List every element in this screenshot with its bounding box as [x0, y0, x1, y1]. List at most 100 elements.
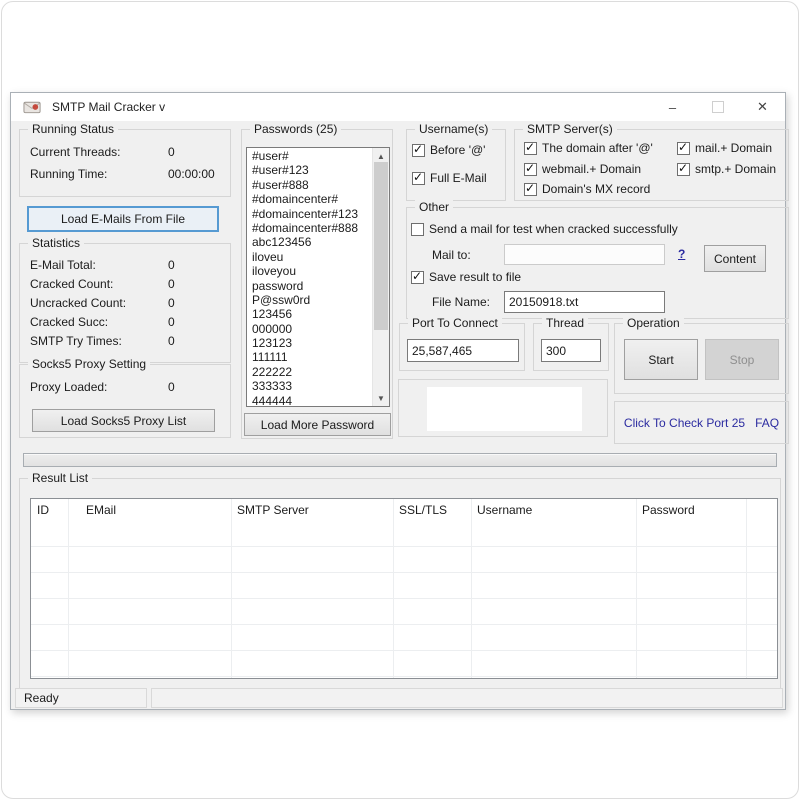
password-item[interactable]: 123123 [247, 336, 372, 350]
password-item[interactable]: iloveu [247, 250, 372, 264]
content-button[interactable]: Content [704, 245, 766, 272]
column-header-password[interactable]: Password [636, 499, 746, 521]
column-divider [393, 499, 394, 678]
checkbox-domain-after-at[interactable]: The domain after '@' [524, 141, 653, 155]
checkbox-icon [412, 172, 425, 185]
smtp-servers-group: SMTP Server(s) The domain after '@' webm… [514, 129, 789, 201]
passwords-group: Passwords (25) #user# #user#123 #user#88… [241, 129, 393, 439]
stat-row: Cracked Count:0 [30, 276, 224, 292]
password-item[interactable]: abc123456 [247, 235, 372, 249]
socks5-group: Socks5 Proxy Setting Proxy Loaded: 0 Loa… [19, 364, 231, 438]
faq-link[interactable]: FAQ [755, 416, 779, 430]
statistics-group: Statistics E-Mail Total:0 Cracked Count:… [19, 243, 231, 363]
progress-bar [23, 453, 777, 467]
checkbox-full-email[interactable]: Full E-Mail [412, 171, 487, 185]
group-title: Statistics [28, 236, 84, 250]
status-bar: Ready [15, 688, 783, 708]
running-time-row: Running Time: 00:00:00 [30, 166, 224, 182]
column-header-smtp-server[interactable]: SMTP Server [231, 499, 393, 521]
checkbox-smtp-domain[interactable]: smtp.+ Domain [677, 162, 776, 176]
checkbox-label: The domain after '@' [542, 141, 653, 155]
checkbox-label: Save result to file [429, 270, 521, 284]
password-item[interactable]: #domaincenter#888 [247, 221, 372, 235]
title-bar[interactable]: SMTP Mail Cracker v – ✕ [11, 93, 785, 121]
mail-to-label: Mail to: [432, 248, 471, 262]
checkbox-mail-domain[interactable]: mail.+ Domain [677, 141, 772, 155]
checkbox-mx-record[interactable]: Domain's MX record [524, 182, 650, 196]
file-name-input[interactable] [504, 291, 665, 313]
image-box-group [398, 379, 608, 437]
load-emails-button[interactable]: Load E-Mails From File [27, 206, 219, 232]
load-socks5-button[interactable]: Load Socks5 Proxy List [32, 409, 215, 432]
password-item[interactable]: password [247, 279, 372, 293]
close-button[interactable]: ✕ [740, 93, 785, 121]
check-port-link[interactable]: Click To Check Port 25 [624, 416, 745, 430]
mail-to-input[interactable] [504, 244, 665, 265]
maximize-button[interactable] [695, 93, 740, 121]
status-bar-panel-secondary [151, 688, 783, 708]
close-icon: ✕ [757, 99, 768, 115]
running-status-group: Running Status Current Threads: 0 Runnin… [19, 129, 231, 197]
checkbox-label: webmail.+ Domain [542, 162, 641, 176]
password-item[interactable]: #user#123 [247, 163, 372, 177]
group-title: Operation [623, 316, 684, 330]
minimize-button[interactable]: – [650, 93, 695, 121]
password-item[interactable]: P@ssw0rd [247, 293, 372, 307]
group-title: Other [415, 200, 453, 214]
checkbox-webmail-domain[interactable]: webmail.+ Domain [524, 162, 641, 176]
password-item[interactable]: 444444 [247, 394, 372, 407]
current-threads-value: 0 [168, 144, 175, 160]
stat-label: E-Mail Total: [30, 258, 96, 272]
password-item[interactable]: #domaincenter#123 [247, 207, 372, 221]
password-item[interactable]: 222222 [247, 365, 372, 379]
running-time-value: 00:00:00 [168, 166, 215, 182]
password-item[interactable]: iloveyou [247, 264, 372, 278]
help-link[interactable]: ? [678, 247, 685, 261]
checkbox-save-result[interactable]: Save result to file [411, 270, 521, 284]
password-item[interactable]: 111111 [247, 350, 372, 364]
stat-label: Uncracked Count: [30, 296, 126, 310]
current-threads-label: Current Threads: [30, 145, 121, 159]
column-header-username[interactable]: Username [471, 499, 636, 521]
passwords-scrollbar[interactable]: ▲ ▼ [372, 148, 389, 406]
operation-group: Operation Start Stop [614, 323, 789, 394]
scroll-down-icon[interactable]: ▼ [373, 390, 389, 406]
column-header-email[interactable]: EMail [68, 499, 231, 521]
password-item[interactable]: 333333 [247, 379, 372, 393]
column-divider [471, 499, 472, 678]
password-item[interactable]: 000000 [247, 322, 372, 336]
column-divider [636, 499, 637, 678]
proxy-loaded-row: Proxy Loaded: 0 [30, 379, 224, 395]
stat-label: SMTP Try Times: [30, 334, 122, 348]
group-title: Thread [542, 316, 588, 330]
checkbox-icon [524, 163, 537, 176]
checkbox-icon [411, 271, 424, 284]
password-item[interactable]: #user#888 [247, 178, 372, 192]
mail-icon [23, 99, 42, 115]
checkbox-icon [677, 142, 690, 155]
port-input[interactable] [407, 339, 519, 362]
column-divider [746, 499, 747, 678]
checkbox-label: Send a mail for test when cracked succes… [429, 222, 678, 236]
checkbox-before-at[interactable]: Before '@' [412, 143, 485, 157]
load-more-password-button[interactable]: Load More Password [244, 413, 391, 436]
password-item[interactable]: #user# [247, 149, 372, 163]
stat-label: Cracked Succ: [30, 315, 108, 329]
checkbox-send-test-mail[interactable]: Send a mail for test when cracked succes… [411, 222, 678, 236]
stat-value: 0 [168, 333, 175, 349]
start-button[interactable]: Start [624, 339, 698, 380]
scrollbar-thumb[interactable] [374, 162, 388, 330]
password-item[interactable]: 123456 [247, 307, 372, 321]
result-table[interactable]: ID EMail SMTP Server SSL/TLS Username Pa… [30, 498, 778, 679]
column-header-ssl-tls[interactable]: SSL/TLS [393, 499, 471, 521]
checkbox-icon [524, 142, 537, 155]
passwords-listbox[interactable]: #user# #user#123 #user#888 #domaincenter… [246, 147, 390, 407]
password-item[interactable]: #domaincenter# [247, 192, 372, 206]
password-items: #user# #user#123 #user#888 #domaincenter… [247, 149, 372, 407]
thread-input[interactable] [541, 339, 601, 362]
thread-group: Thread [533, 323, 609, 371]
column-header-id[interactable]: ID [31, 499, 68, 521]
result-list-group: Result List ID EMail SMTP Server SSL/TLS… [19, 478, 781, 691]
checkbox-label: mail.+ Domain [695, 141, 772, 155]
file-name-label: File Name: [432, 295, 490, 309]
